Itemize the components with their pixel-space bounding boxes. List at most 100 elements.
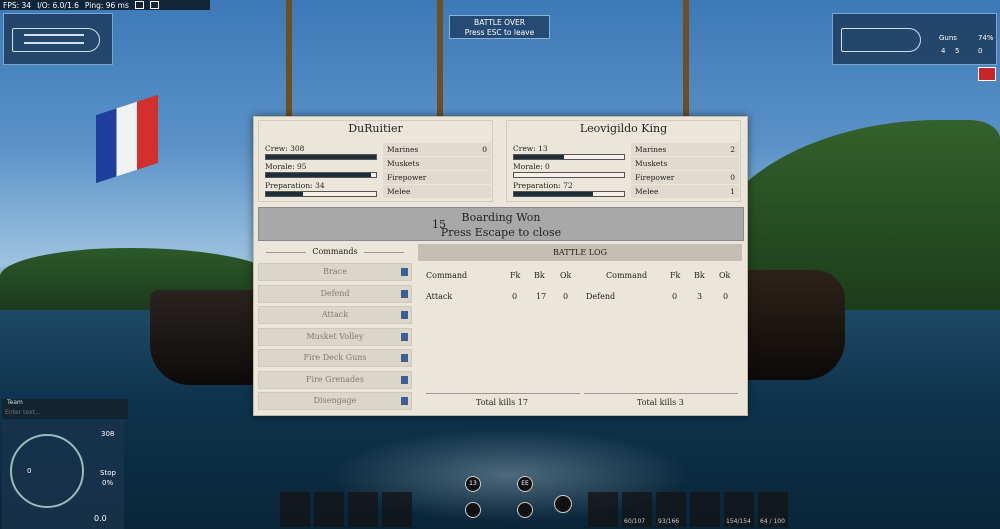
center-ship-mast [437,0,443,120]
log-header-command: Command [606,271,648,280]
log-enemy-command: Defend [586,292,616,301]
log-player-ok: 0 [563,292,569,301]
morale-meter-fill [266,173,371,177]
preparation-label: Preparation: 34 [265,181,325,190]
action-slot[interactable] [314,492,344,527]
enemy-name: Leovigildo King [579,122,668,135]
round-counter: 15 [432,218,446,231]
ship-outline-icon [12,28,100,52]
attr-melee: Melee 1 [631,185,739,198]
chat-input[interactable] [5,407,115,417]
gun-deck-bar [24,34,84,36]
fps-readout: FPS: 34 [3,0,32,10]
tool-slot[interactable]: 60/107 [622,492,652,527]
preparation-meter [513,191,625,197]
log-header-ok: Ok [719,271,731,280]
disengage-button[interactable]: Disengage [258,392,412,410]
log-enemy-fk: 0 [672,292,678,301]
helm-crew: 308 [101,430,115,438]
sail-percent: 74% [978,34,994,42]
ship-outline-icon [841,28,921,52]
hotkey-icon [401,397,408,405]
crew-meter [513,154,625,160]
attack-button[interactable]: Attack [258,306,412,324]
player-name: DuRuitier [348,122,403,135]
guns-left: 4 [941,47,946,55]
chat-panel: Team [2,399,128,419]
log-header-command: Command [426,271,468,280]
helm-stop: Stop [100,469,116,477]
defend-button[interactable]: Defend [258,285,412,303]
tool-slot[interactable] [690,492,720,527]
tool-slot[interactable] [588,492,618,527]
preparation-meter [265,191,377,197]
action-slot[interactable] [382,492,412,527]
ammo-slot[interactable] [554,495,572,513]
right-ship-status-panel: Guns 74% 4 5 0 [832,13,997,65]
crew-meter [265,154,377,160]
preparation-label: Preparation: 72 [513,181,573,190]
action-bar: 13 EE 60/107 93/166 154/154 64 / 100 [280,476,790,529]
log-player-bk: 17 [536,292,547,301]
enemy-boarding-side: Leovigildo King Crew: 13 Morale: 0 Prepa… [506,120,741,202]
commands-heading: Commands [258,247,412,256]
log-divider [426,393,580,394]
settings-icon[interactable] [149,1,159,9]
log-header-ok: Ok [560,271,572,280]
hotkey-icon [401,354,408,362]
morale-label: Morale: 0 [513,162,550,171]
hotkey-icon [401,290,408,298]
ammo-slot[interactable]: 13 [465,476,481,492]
attr-muskets: Muskets [383,157,491,170]
attr-marines: Marines 0 [383,143,491,156]
hotkey-icon [401,376,408,384]
crew-label: Crew: 13 [513,144,548,153]
morale-meter [513,172,625,178]
preparation-meter-fill [514,192,594,196]
io-readout: I/O: 6.0/1.6 [37,0,79,10]
log-header-fk: Fk [670,271,681,280]
attr-firepower: Firepower 0 [631,171,739,184]
ammo-slot[interactable] [465,502,481,518]
guns-right: 5 [955,47,960,55]
action-slot[interactable] [348,492,378,527]
screenshot-icon[interactable] [134,1,144,9]
enemy-total-kills: Total kills 3 [637,398,684,407]
chat-team-tab[interactable]: Team [7,399,23,406]
left-ship-status-panel [3,13,113,65]
log-player-fk: 0 [512,292,518,301]
battle-log-heading: BATTLE LOG [418,244,742,261]
guns-label: Guns [939,34,957,42]
attr-muskets: Muskets [631,157,739,170]
tool-slot[interactable]: 64 / 100 [758,492,788,527]
crew-meter-fill [266,155,376,159]
gun-deck-bar [24,42,84,44]
morale-label: Morale: 95 [265,162,307,171]
log-header-bk: Bk [694,271,705,280]
fire-deck-guns-button[interactable]: Fire Deck Guns [258,349,412,367]
right-ship-hull [745,270,845,380]
battle-over-hint: Press ESC to leave [464,28,535,37]
morale-meter [265,172,377,178]
tool-slot[interactable]: 93/166 [656,492,686,527]
hotkey-icon [401,333,408,341]
attr-marines: Marines 2 [631,143,739,156]
boarding-dialog: DuRuitier Crew: 308 Morale: 95 Preparati… [253,116,748,416]
log-enemy-ok: 0 [723,292,729,301]
perf-bar: FPS: 34 I/O: 6.0/1.6 Ping: 96 ms [0,0,210,10]
flag-button[interactable] [978,67,996,81]
ammo-slot[interactable] [517,502,533,518]
action-slot[interactable] [280,492,310,527]
log-header-fk: Fk [510,271,521,280]
ping-readout: Ping: 96 ms [84,0,129,10]
result-title: Boarding Won [461,211,541,224]
boarding-result-banner: 15 Boarding Won Press Escape to close [258,207,744,241]
log-header-bk: Bk [534,271,545,280]
helm-zero: 0 [27,467,32,475]
tool-slot[interactable]: 154/154 [724,492,754,527]
helm-panel: 0 308 Stop 0% 0.0 [2,420,124,529]
musket-volley-button[interactable]: Musket Volley [258,328,412,346]
fire-grenades-button[interactable]: Fire Grenades [258,371,412,389]
ammo-slot[interactable]: EE [517,476,533,492]
brace-button[interactable]: Brace [258,263,412,281]
